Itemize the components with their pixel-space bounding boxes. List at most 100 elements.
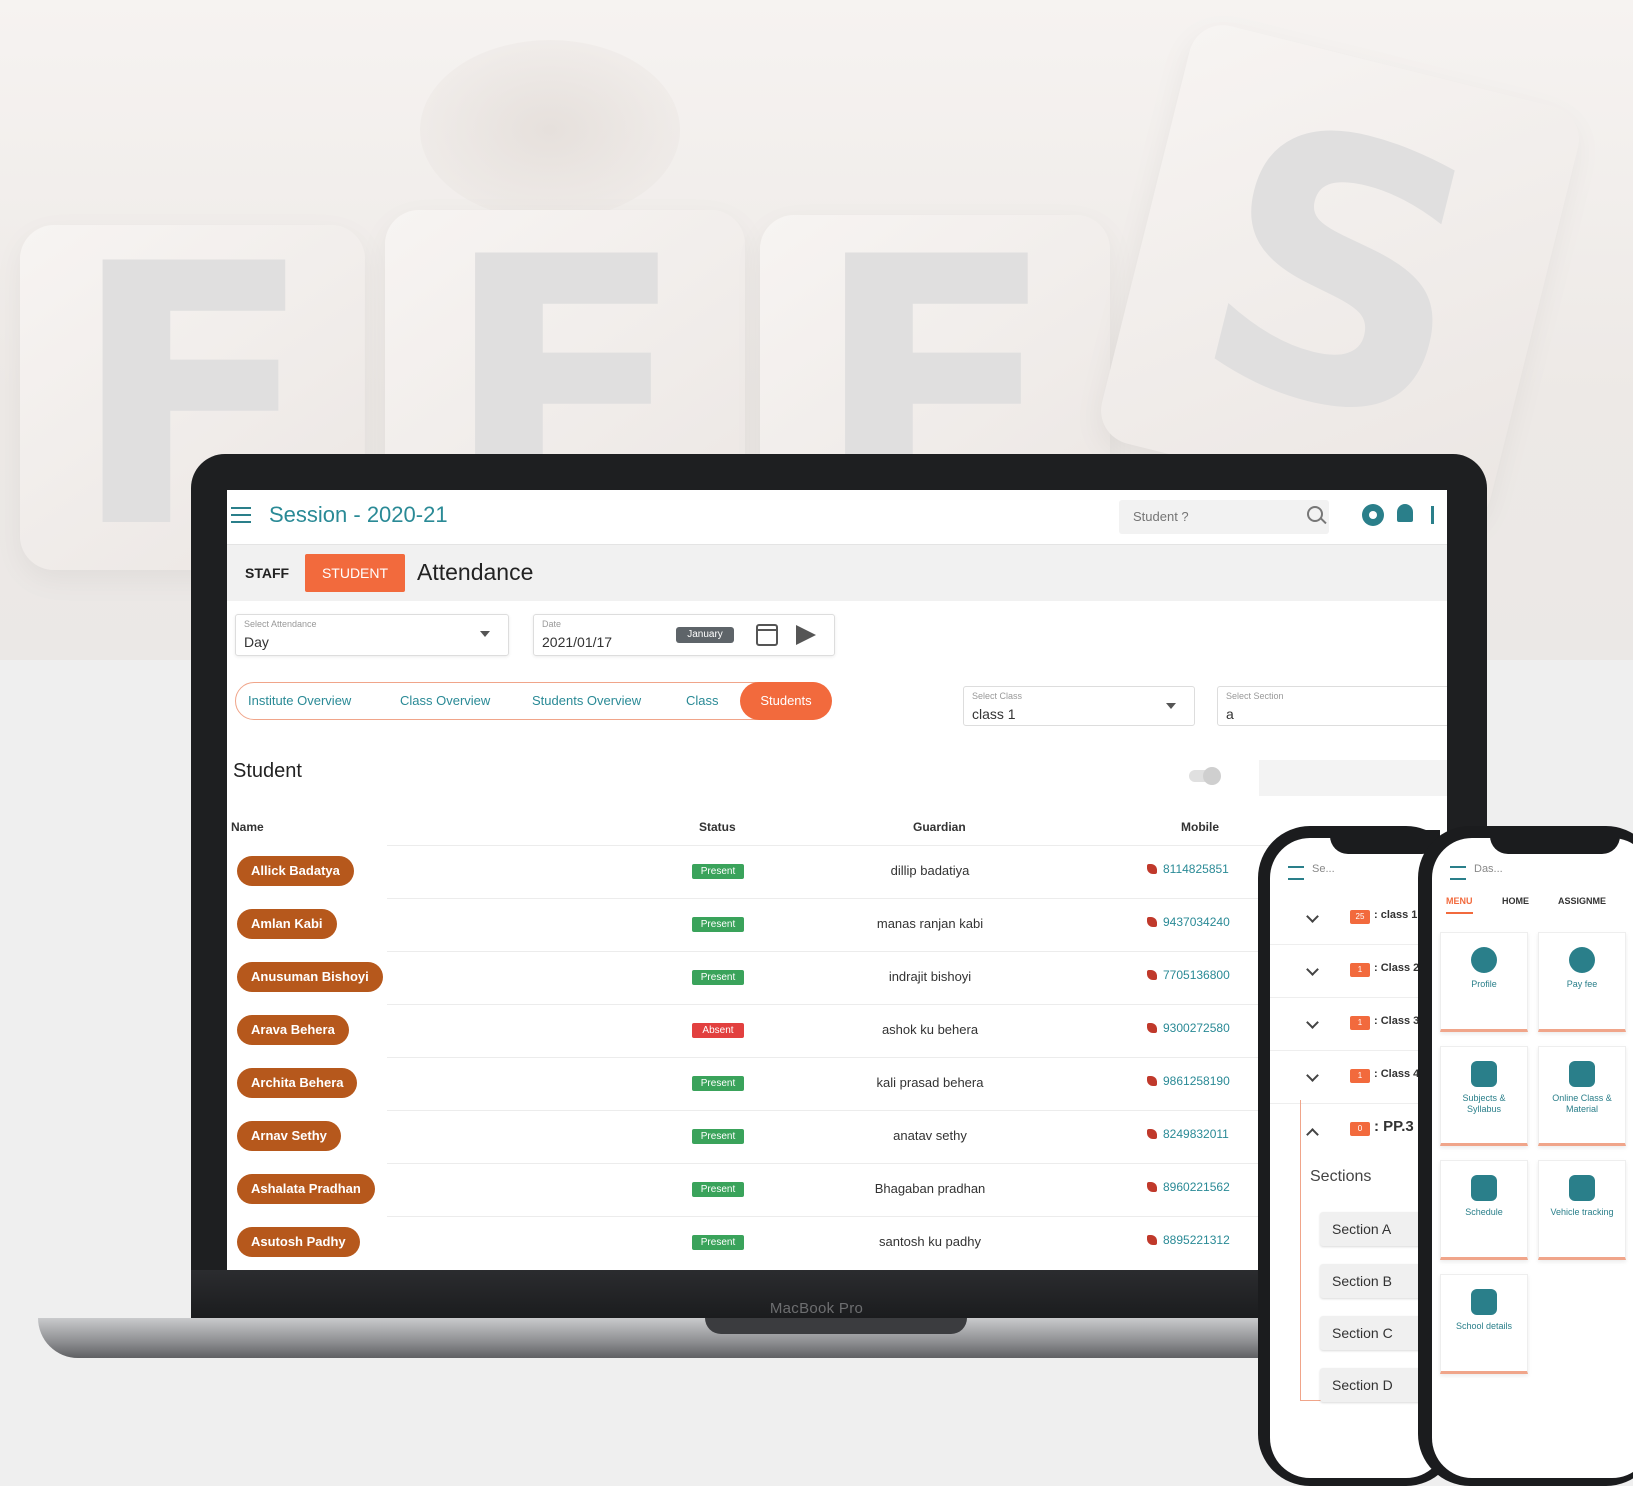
mobile-link[interactable]: 8114825851 <box>1147 862 1229 876</box>
date-value: 2021/01/17 <box>542 634 613 650</box>
toggle-switch[interactable] <box>1189 767 1221 785</box>
column-header-guardian: Guardian <box>913 820 966 834</box>
student-name-pill[interactable]: Arava Behera <box>237 1015 349 1045</box>
mobile-number: 8895221312 <box>1163 1233 1230 1247</box>
select-label: Select Attendance <box>244 619 317 629</box>
tab-menu[interactable]: MENU <box>1446 896 1473 914</box>
tile-schedule[interactable]: Schedule <box>1440 1160 1528 1260</box>
date-field[interactable]: Date 2021/01/17 January <box>533 614 835 656</box>
hamburger-menu-icon[interactable] <box>1450 866 1466 880</box>
tile-pay-fee[interactable]: Pay fee <box>1538 932 1626 1032</box>
status-badge: Present <box>692 1076 744 1091</box>
status-badge: Present <box>692 970 744 985</box>
phone-right-tabs: MENU HOME ASSIGNME <box>1432 888 1633 918</box>
phone-right-notch <box>1490 830 1620 854</box>
column-header-mobile: Mobile <box>1181 820 1219 834</box>
tab-staff[interactable]: STAFF <box>235 557 299 589</box>
hamburger-menu-icon[interactable] <box>1288 866 1304 880</box>
search-icon[interactable] <box>1307 506 1323 522</box>
app-topbar: Session - 2020-21 <box>227 490 1447 545</box>
fullscreen-icon[interactable] <box>1431 506 1444 524</box>
phone-left-header-label: Se... <box>1312 863 1335 875</box>
class-label: : PP.3 <box>1374 1118 1414 1135</box>
tile-online-class[interactable]: Online Class & Material <box>1538 1046 1626 1146</box>
student-name-pill[interactable]: Amlan Kabi <box>237 909 337 939</box>
mobile-link[interactable]: 8895221312 <box>1147 1233 1230 1247</box>
status-badge: Present <box>692 1235 744 1250</box>
select-value: Day <box>244 634 269 650</box>
status-badge: Present <box>692 1129 744 1144</box>
class-label: : Class 3 <box>1374 1015 1420 1027</box>
chevron-down-icon[interactable] <box>1306 963 1319 976</box>
mobile-link[interactable]: 9300272580 <box>1147 1021 1230 1035</box>
help-circle-icon[interactable] <box>1362 504 1384 526</box>
mobile-link[interactable]: 9437034240 <box>1147 915 1230 929</box>
chevron-up-icon[interactable] <box>1306 1128 1319 1141</box>
section-b-button[interactable]: Section B <box>1320 1264 1432 1298</box>
tile-profile[interactable]: Profile <box>1440 932 1528 1032</box>
tab-student[interactable]: STUDENT <box>305 554 405 592</box>
mobile-link[interactable]: 8249832011 <box>1147 1127 1229 1141</box>
mobile-number: 9437034240 <box>1163 915 1230 929</box>
mobile-number: 9861258190 <box>1163 1074 1230 1088</box>
phone-icon <box>1147 1182 1157 1192</box>
mobile-number: 8114825851 <box>1163 862 1229 876</box>
student-name-pill[interactable]: Arnav Sethy <box>237 1121 341 1151</box>
mobile-link[interactable]: 8960221562 <box>1147 1180 1230 1194</box>
tab-institute-overview[interactable]: Institute Overview <box>248 683 351 719</box>
section-select[interactable]: Select Section a <box>1217 686 1447 726</box>
monitor-icon <box>1569 1061 1595 1087</box>
class-select[interactable]: Select Class class 1 <box>963 686 1195 726</box>
guardian-name: manas ranjan kabi <box>876 916 984 931</box>
column-header-status: Status <box>699 820 736 834</box>
count-badge: 1 <box>1350 963 1370 977</box>
student-name-pill[interactable]: Ashalata Pradhan <box>237 1174 375 1204</box>
book-icon <box>1471 1061 1497 1087</box>
student-name-pill[interactable]: Allick Badatya <box>237 856 354 886</box>
section-a-button[interactable]: Section A <box>1320 1212 1432 1246</box>
attendance-type-select[interactable]: Select Attendance Day <box>235 614 509 656</box>
phone-right-screen: Das... MENU HOME ASSIGNME Profile Pay fe… <box>1432 838 1633 1478</box>
mobile-number: 8249832011 <box>1163 1127 1229 1141</box>
phone-icon <box>1147 1023 1157 1033</box>
tab-students[interactable]: Students <box>740 682 832 720</box>
section-c-button[interactable]: Section C <box>1320 1316 1432 1350</box>
tile-subjects-syllabus[interactable]: Subjects & Syllabus <box>1440 1046 1528 1146</box>
class-label: : class 1 <box>1374 909 1418 921</box>
tile-vehicle-tracking[interactable]: Vehicle tracking <box>1538 1160 1626 1260</box>
send-icon[interactable] <box>796 625 816 645</box>
guardian-name: anatav sethy <box>893 1128 967 1143</box>
class-label: : Class 4 <box>1374 1068 1420 1080</box>
phone-left-notch <box>1330 830 1440 854</box>
background-blur <box>420 40 680 220</box>
chevron-down-icon[interactable] <box>1306 910 1319 923</box>
student-name-pill[interactable]: Anusuman Bishoyi <box>237 962 383 992</box>
hamburger-menu-icon[interactable] <box>231 507 251 523</box>
tile-label: Vehicle tracking <box>1550 1207 1614 1217</box>
student-name-pill[interactable]: Asutosh Padhy <box>237 1227 360 1257</box>
mobile-link[interactable]: 7705136800 <box>1147 968 1230 982</box>
table-search-field[interactable] <box>1259 760 1447 796</box>
phone-icon <box>1147 1129 1157 1139</box>
tab-class[interactable]: Class <box>686 683 719 719</box>
tab-class-overview[interactable]: Class Overview <box>400 683 490 719</box>
bell-icon[interactable] <box>1397 504 1413 522</box>
tile-label: Online Class & Material <box>1552 1093 1612 1114</box>
sections-title: Sections <box>1310 1168 1372 1185</box>
phone-icon <box>1147 1076 1157 1086</box>
select-value: a <box>1226 706 1234 722</box>
chevron-down-icon[interactable] <box>1306 1069 1319 1082</box>
section-d-button[interactable]: Section D <box>1320 1368 1432 1402</box>
tab-assignment[interactable]: ASSIGNME <box>1558 896 1606 906</box>
student-name-pill[interactable]: Archita Behera <box>237 1068 358 1098</box>
tile-label: Profile <box>1471 979 1497 989</box>
chevron-down-icon[interactable] <box>1306 1016 1319 1029</box>
page-title: Attendance <box>417 559 534 585</box>
mobile-link[interactable]: 9861258190 <box>1147 1074 1230 1088</box>
search-box[interactable] <box>1119 500 1329 534</box>
tab-home[interactable]: HOME <box>1502 896 1529 906</box>
tile-school-details[interactable]: School details <box>1440 1274 1528 1374</box>
search-input[interactable] <box>1131 508 1285 525</box>
calendar-icon[interactable] <box>756 624 778 646</box>
tab-students-overview[interactable]: Students Overview <box>532 683 641 719</box>
